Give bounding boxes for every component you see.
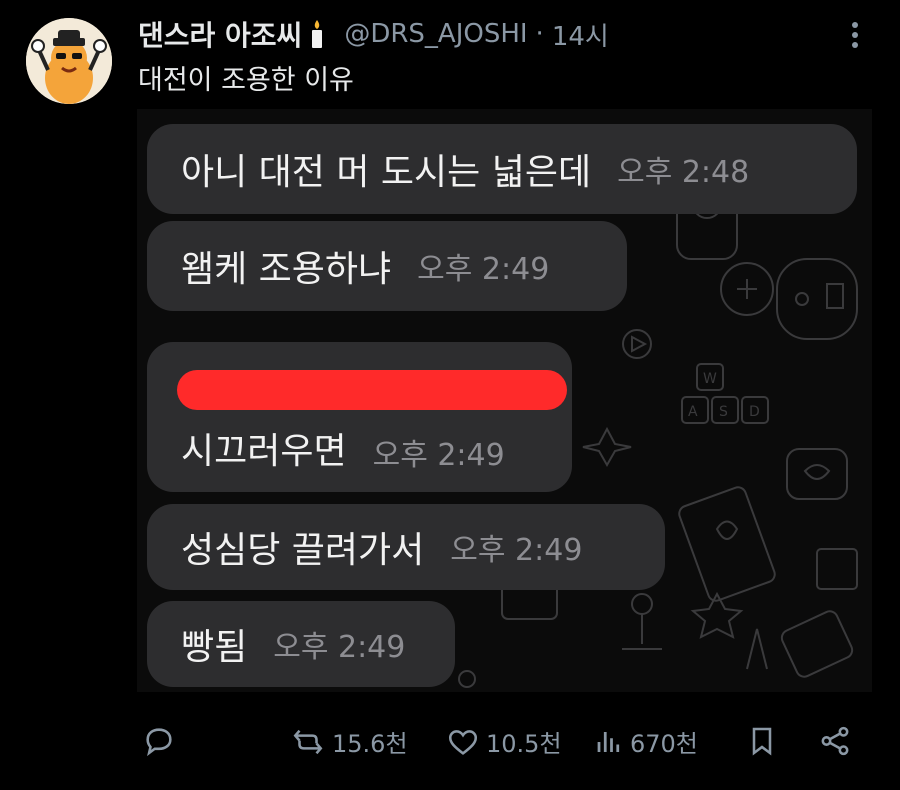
chat-message-text: 성심당 끌려가서 <box>181 530 425 571</box>
chat-message-text: 시끄러우면 <box>181 431 347 472</box>
chat-message-time: 오후 2:49 <box>450 533 583 568</box>
chat-message-text: 아니 대전 머 도시는 넓은데 <box>181 152 592 193</box>
chat-bubble: 성심당 끌려가서 오후 2:49 <box>147 504 665 590</box>
retweet-count: 15.6천 <box>332 730 408 758</box>
chat-message-time: 오후 2:49 <box>372 438 505 473</box>
display-name[interactable]: 댄스라 아조씨 <box>138 14 302 54</box>
retweet-icon <box>293 729 323 754</box>
views-icon <box>597 731 620 752</box>
chat-bubble: 시끄러우면 오후 2:49 <box>147 342 572 492</box>
reply-button[interactable] <box>142 724 176 758</box>
tweet-header: 댄스라 아조씨 @DRS_AJOSHI · 14시 <box>138 14 609 54</box>
svg-text:A: A <box>688 404 698 420</box>
handle[interactable]: @DRS_AJOSHI <box>344 19 527 49</box>
chat-message-time: 오후 2:49 <box>417 252 550 287</box>
like-count: 10.5천 <box>486 730 562 758</box>
svg-text:S: S <box>719 404 728 420</box>
reply-icon <box>146 728 172 757</box>
tweet-media-image[interactable]: W A S D 아니 대전 머 도시는 넓은데 오후 2:48 왬케 조용하냐 … <box>137 109 872 692</box>
svg-text:D: D <box>749 404 760 420</box>
chat-message-text: 빵됨 <box>181 627 248 668</box>
like-button[interactable]: 10.5천 <box>446 724 562 759</box>
redaction-mark <box>177 370 567 410</box>
like-icon <box>448 729 478 755</box>
share-button[interactable] <box>818 724 852 758</box>
timestamp[interactable]: 14시 <box>552 16 609 53</box>
separator-dot: · <box>535 19 544 49</box>
retweet-button[interactable]: 15.6천 <box>290 724 408 759</box>
chat-message-time: 오후 2:49 <box>273 630 406 665</box>
chat-bubble: 왬케 조용하냐 오후 2:49 <box>147 221 627 311</box>
chat-message-time: 오후 2:48 <box>617 155 750 190</box>
tweet-action-bar: 15.6천 10.5천 670천 <box>0 716 900 772</box>
bookmark-icon <box>752 727 772 756</box>
more-icon[interactable] <box>846 18 864 52</box>
bookmark-button[interactable] <box>746 724 778 758</box>
avatar[interactable] <box>26 18 112 104</box>
candle-icon <box>308 19 326 49</box>
svg-text:W: W <box>703 371 717 387</box>
tweet-text: 대전이 조용한 이유 <box>138 65 354 96</box>
chat-bubble: 아니 대전 머 도시는 넓은데 오후 2:48 <box>147 124 857 214</box>
chat-bubble: 빵됨 오후 2:49 <box>147 601 455 687</box>
views-button[interactable]: 670천 <box>594 724 698 759</box>
views-count: 670천 <box>630 730 698 758</box>
share-icon <box>821 726 849 756</box>
chat-message-text: 왬케 조용하냐 <box>181 249 392 290</box>
